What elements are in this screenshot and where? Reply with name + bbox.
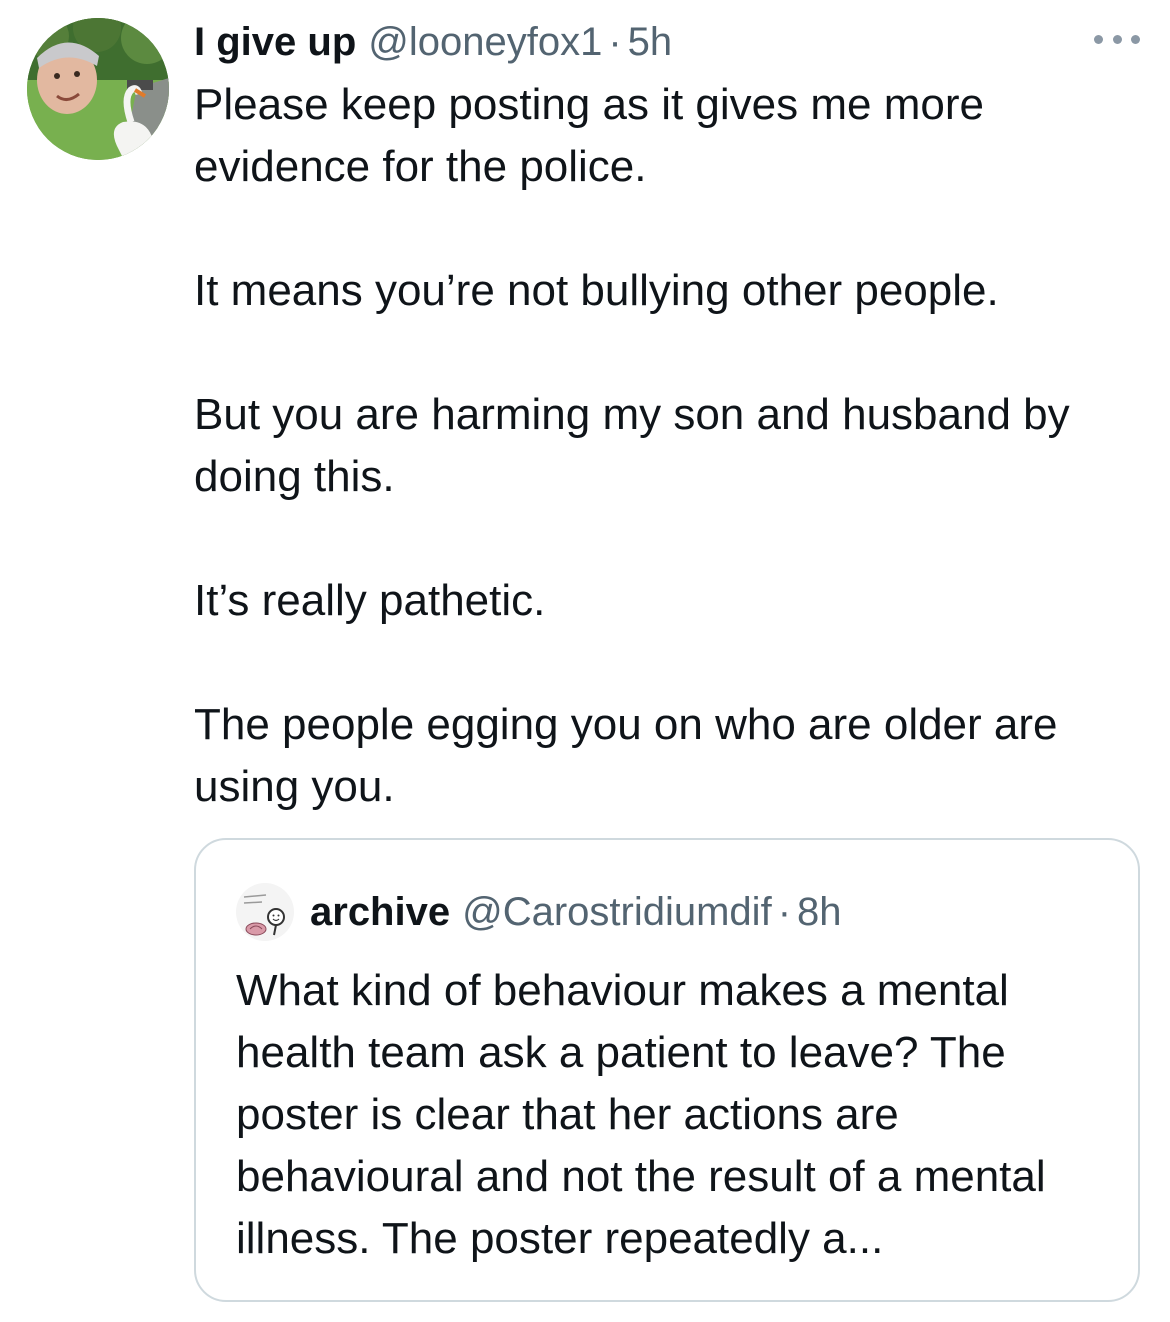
tweet-paragraph: It’s really pathetic.: [194, 576, 546, 625]
quoted-author-handle[interactable]: @Carostridiumdif: [462, 890, 772, 935]
quoted-tweet-timestamp[interactable]: 8h: [797, 890, 842, 935]
more-dot: [1094, 34, 1103, 44]
quoted-author-avatar: [236, 883, 294, 941]
tweet-timestamp[interactable]: 5h: [628, 14, 673, 70]
author-handle[interactable]: @looneyfox1: [368, 14, 602, 70]
tweet-header: I give up @looneyfox1 · 5h: [194, 14, 672, 70]
more-dot: [1131, 34, 1140, 44]
tweet-paragraph: The people egging you on who are older a…: [194, 700, 1058, 811]
tweet-paragraph: But you are harming my son and husband b…: [194, 390, 1070, 501]
author-display-name[interactable]: I give up: [194, 14, 356, 70]
user-photo-icon: [27, 18, 169, 160]
more-options-icon[interactable]: [1094, 28, 1140, 50]
quoted-tweet-header: archive @Carostridiumdif · 8h: [236, 882, 842, 942]
separator-dot: ·: [777, 889, 792, 934]
quoted-author-display-name[interactable]: archive: [310, 890, 450, 935]
cartoon-avatar-icon: [236, 883, 294, 941]
tweet-paragraph: It means you’re not bullying other peopl…: [194, 266, 999, 315]
tweet[interactable]: I give up @looneyfox1 · 5h Please keep p…: [0, 0, 1170, 1322]
author-avatar[interactable]: [27, 18, 169, 160]
tweet-text: Please keep posting as it gives me more …: [194, 74, 1144, 818]
more-dot: [1112, 34, 1122, 44]
quoted-tweet-text: What kind of behaviour makes a mental he…: [236, 966, 1046, 1263]
separator-dot: ·: [608, 20, 622, 64]
tweet-paragraph: Please keep posting as it gives me more …: [194, 80, 984, 191]
quoted-tweet-card[interactable]: archive @Carostridiumdif · 8h What kind …: [194, 838, 1140, 1302]
